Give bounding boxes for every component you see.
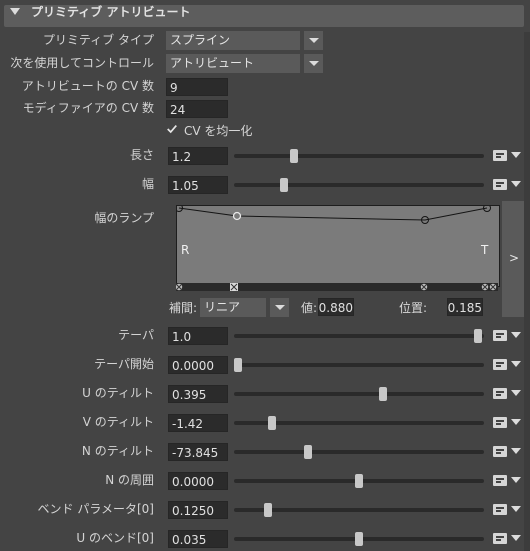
control-dropdown-arrow[interactable] [304, 54, 323, 73]
slider-value-field[interactable]: 0.1250 [168, 501, 228, 519]
width-ramp-graph[interactable]: R T [176, 205, 500, 287]
interp-label: 補間: [169, 301, 198, 315]
chevron-down-icon[interactable] [511, 332, 521, 338]
slider-track[interactable] [234, 363, 484, 367]
slider-label: 長さ [129, 148, 154, 162]
slider-value-field[interactable]: 1.05 [168, 176, 228, 194]
map-button-icon[interactable] [493, 446, 507, 457]
position-field[interactable]: 0.185 [447, 298, 483, 316]
slider-label: テーパ [118, 328, 154, 342]
slider-thumb[interactable] [379, 387, 388, 401]
ramp-delete-icon[interactable] [230, 283, 238, 291]
slider-label: N の周囲 [105, 473, 154, 487]
slider-thumb[interactable] [267, 416, 276, 430]
ramp-point-selected[interactable] [232, 211, 242, 221]
slider-track[interactable] [234, 392, 484, 396]
map-button-icon[interactable] [493, 533, 507, 544]
slider-label: 幅 [141, 177, 154, 191]
slider-value-field[interactable]: 0.035 [168, 530, 228, 548]
slider-value-field[interactable]: 1.2 [168, 147, 228, 165]
ramp-delete-icon[interactable] [489, 283, 497, 291]
value-field[interactable]: 0.880 [318, 298, 354, 316]
slider-label: テーパ開始 [94, 357, 154, 371]
slider-track[interactable] [234, 154, 484, 158]
ramp-left-label: R [181, 243, 190, 257]
ramp-delete-icon[interactable] [481, 283, 489, 291]
uniform-label: CV を均一化 [184, 124, 253, 138]
slider-track[interactable] [234, 450, 484, 454]
scrollbar[interactable] [524, 32, 530, 551]
control-dropdown[interactable]: アトリビュート [166, 54, 300, 73]
slider-thumb[interactable] [473, 329, 482, 343]
map-button-icon[interactable] [493, 504, 507, 515]
map-button-icon[interactable] [493, 179, 507, 190]
mod-cv-label: モディファイアの CV 数 [22, 101, 154, 115]
ramp-handle-bar[interactable] [176, 283, 498, 291]
check-icon [167, 125, 177, 134]
map-button-icon[interactable] [493, 475, 507, 486]
slider-thumb[interactable] [355, 532, 363, 546]
chevron-down-icon[interactable] [511, 506, 521, 512]
slider-label: U のティルト [82, 386, 154, 400]
slider-label: ベンド パラメータ[0] [37, 502, 154, 516]
slider-label: V のティルト [82, 415, 154, 429]
slider-thumb[interactable] [289, 149, 298, 163]
chevron-down-icon[interactable] [511, 448, 521, 454]
map-button-icon[interactable] [493, 359, 507, 370]
ramp-label: 幅のランプ [94, 211, 154, 225]
chevron-down-icon[interactable] [511, 152, 521, 158]
map-button-icon[interactable] [493, 330, 507, 341]
slider-value-field[interactable]: 0.395 [168, 385, 228, 403]
section-title: プリミティブ アトリビュート [31, 5, 191, 19]
slider-value-field[interactable]: -1.42 [168, 414, 228, 432]
interp-dropdown[interactable]: リニア [200, 298, 266, 317]
slider-label: U のベンド[0] [76, 531, 154, 545]
interp-dropdown-arrow[interactable] [270, 298, 289, 317]
attr-cv-label: アトリビュートの CV 数 [21, 79, 154, 93]
ramp-delete-icon[interactable] [176, 283, 183, 291]
position-field-text: 0.185 [447, 301, 482, 315]
slider-thumb[interactable] [234, 358, 242, 372]
section-header[interactable]: プリミティブ アトリビュート [0, 0, 530, 32]
chevron-down-icon[interactable] [511, 477, 521, 483]
slider-label: N のティルト [81, 444, 154, 458]
prim-type-dropdown[interactable]: スプライン [166, 31, 300, 50]
slider-track[interactable] [234, 334, 484, 338]
slider-value-field[interactable]: 0.0000 [168, 356, 228, 374]
ramp-expand-button[interactable]: > [502, 201, 524, 317]
slider-value-field[interactable]: 1.0 [168, 327, 228, 345]
position-label: 位置: [399, 301, 428, 315]
uniform-checkbox[interactable] [166, 123, 180, 137]
slider-thumb[interactable] [355, 474, 363, 488]
map-button-icon[interactable] [493, 417, 507, 428]
map-button-icon[interactable] [493, 388, 507, 399]
slider-thumb[interactable] [264, 503, 273, 517]
control-label: 次を使用してコントロール [10, 56, 154, 70]
chevron-down-icon[interactable] [511, 361, 521, 367]
slider-track[interactable] [234, 183, 484, 187]
chevron-down-icon[interactable] [511, 419, 521, 425]
slider-thumb[interactable] [304, 445, 313, 459]
chevron-down-icon[interactable] [511, 390, 521, 396]
value-label: 値: [301, 301, 318, 315]
chevron-down-icon[interactable] [511, 535, 521, 541]
map-button-icon[interactable] [493, 150, 507, 161]
ramp-expand-label: > [509, 251, 520, 265]
slider-value-field[interactable]: 0.0000 [168, 472, 228, 490]
value-field-text: 0.880 [318, 301, 353, 315]
prim-type-dropdown-arrow[interactable] [304, 31, 323, 50]
chevron-down-icon[interactable] [511, 181, 521, 187]
attr-cv-field[interactable]: 9 [166, 78, 228, 96]
ramp-right-label: T [481, 243, 489, 257]
prim-type-label: プリミティブ タイプ [42, 33, 154, 47]
slider-value-field[interactable]: -73.845 [168, 443, 228, 461]
ramp-delete-icon[interactable] [420, 283, 428, 291]
mod-cv-field[interactable]: 24 [166, 100, 228, 118]
collapse-arrow-icon[interactable] [10, 8, 20, 15]
slider-thumb[interactable] [279, 178, 288, 192]
ramp-curve-svg[interactable] [177, 206, 499, 286]
